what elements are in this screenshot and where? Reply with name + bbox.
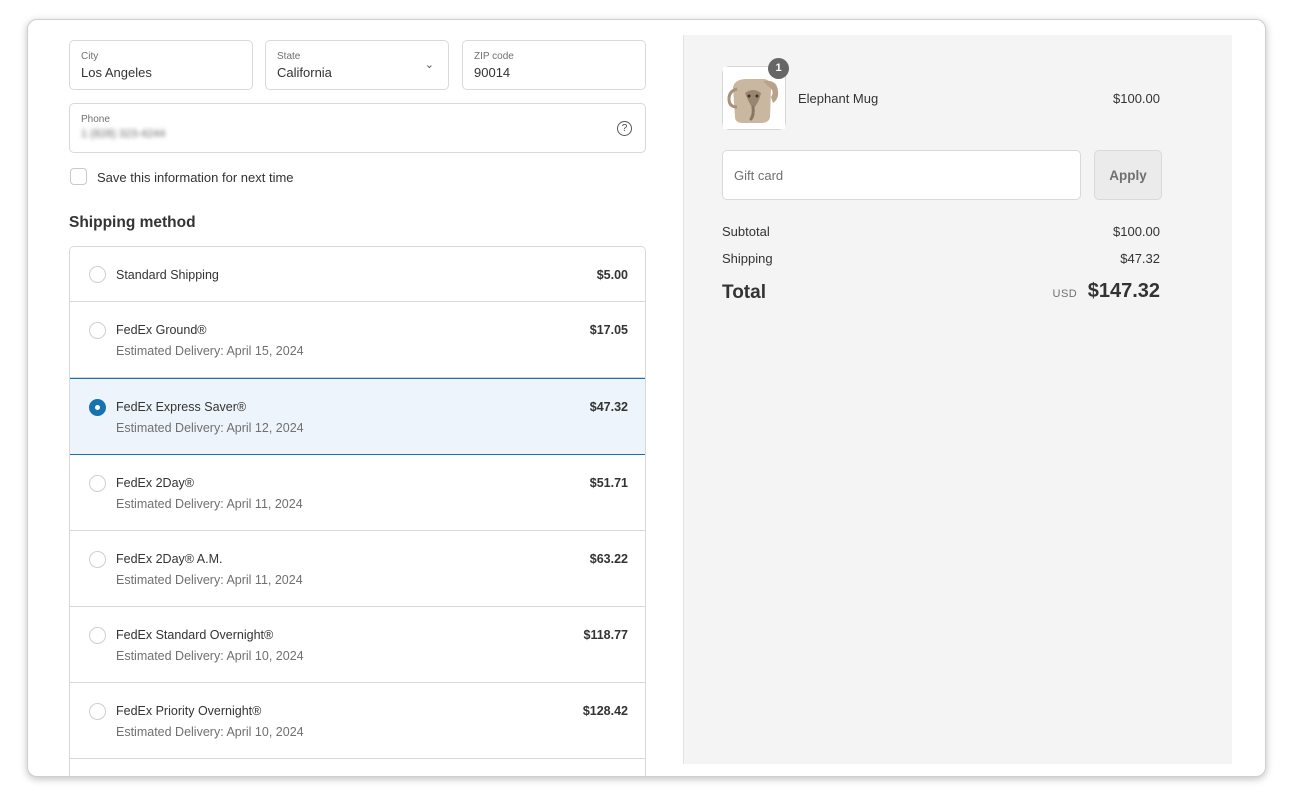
- shipping-option-estimate: Estimated Delivery: April 15, 2024: [116, 344, 304, 358]
- shipping-option-price: $5.00: [596, 268, 628, 282]
- product-thumbnail: 1: [722, 58, 789, 130]
- shipping-option-name: FedEx 2Day®: [116, 476, 194, 490]
- save-info-checkbox[interactable]: [70, 168, 87, 185]
- shipping-option-estimate: Estimated Delivery: April 10, 2024: [116, 725, 304, 739]
- total-currency: USD: [1052, 288, 1078, 300]
- city-field[interactable]: City Los Angeles: [69, 40, 253, 90]
- zip-field[interactable]: ZIP code 90014: [462, 40, 646, 90]
- total-label: Total: [722, 282, 766, 303]
- apply-button[interactable]: Apply: [1094, 150, 1162, 200]
- phone-field[interactable]: Phone 1 (828) 323-4244 ?: [69, 103, 646, 153]
- shipping-option-name: FedEx Ground®: [116, 323, 207, 337]
- product-price: $100.00: [1113, 91, 1160, 106]
- save-info-label: Save this information for next time: [97, 170, 294, 185]
- state-label: State: [277, 51, 301, 62]
- radio-button-selected[interactable]: [89, 399, 106, 416]
- shipping-option[interactable]: FedEx Priority Overnight® Estimated Deli…: [70, 683, 645, 759]
- shipping-option[interactable]: FedEx Ground® Estimated Delivery: April …: [70, 302, 645, 378]
- shipping-option-name: FedEx Express Saver®: [116, 400, 247, 414]
- city-label: City: [81, 51, 99, 62]
- chevron-down-icon: ⌄: [424, 59, 434, 71]
- help-icon[interactable]: ?: [617, 121, 632, 136]
- shipping-option[interactable]: FedEx Standard Overnight® Estimated Deli…: [70, 607, 645, 683]
- shipping-options-list: Standard Shipping $5.00 FedEx Ground® Es…: [69, 246, 646, 776]
- subtotal-value: $100.00: [1113, 224, 1160, 239]
- shipping-option-price: $128.42: [582, 704, 628, 718]
- shipping-option-price: $51.71: [589, 476, 628, 490]
- shipping-option-selected[interactable]: FedEx Express Saver® Estimated Delivery:…: [70, 378, 645, 455]
- order-summary: 1 Elephant Mug $100.00 Apply Subtotal $1…: [683, 35, 1232, 764]
- shipping-option-estimate: Estimated Delivery: April 12, 2024: [116, 421, 304, 435]
- state-value: California: [277, 65, 332, 80]
- shipping-option-price: $63.22: [589, 552, 628, 566]
- phone-value: 1 (828) 323-4244: [81, 128, 166, 140]
- shipping-option-estimate: Estimated Delivery: April 11, 2024: [116, 497, 303, 511]
- shipping-label: Shipping: [722, 251, 773, 266]
- radio-button[interactable]: [89, 551, 106, 568]
- shipping-option-estimate: Estimated Delivery: April 10, 2024: [116, 649, 304, 663]
- shipping-value: $47.32: [1120, 251, 1160, 266]
- shipping-option[interactable]: FedEx 2Day® Estimated Delivery: April 11…: [70, 455, 645, 531]
- shipping-option-price: $17.05: [589, 323, 628, 337]
- radio-button[interactable]: [89, 475, 106, 492]
- city-value: Los Angeles: [81, 65, 152, 80]
- shipping-option-price: $118.77: [583, 628, 629, 642]
- shipping-method-title: Shipping method: [69, 214, 196, 231]
- product-name: Elephant Mug: [798, 91, 879, 106]
- shipping-option-name: Standard Shipping: [116, 268, 219, 282]
- radio-button[interactable]: [89, 627, 106, 644]
- shipping-option-name: FedEx Standard Overnight®: [116, 628, 274, 642]
- zip-label: ZIP code: [474, 51, 514, 62]
- shipping-option[interactable]: FedEx 2Day® A.M. Estimated Delivery: Apr…: [70, 531, 645, 607]
- shipping-option-name: FedEx 2Day® A.M.: [116, 552, 223, 566]
- quantity-badge: 1: [768, 58, 789, 79]
- zip-value: 90014: [474, 65, 511, 80]
- phone-label: Phone: [81, 114, 110, 125]
- gift-card-input[interactable]: [722, 150, 1081, 200]
- state-select[interactable]: State California ⌄: [265, 40, 449, 90]
- total-amount: USD $147.32: [1053, 280, 1160, 303]
- shipping-option[interactable]: Standard Shipping $5.00: [70, 247, 645, 302]
- radio-button[interactable]: [89, 266, 106, 283]
- shipping-option-price: $47.32: [589, 400, 628, 414]
- checkout-window: City Los Angeles State California ⌄ ZIP …: [27, 19, 1266, 777]
- radio-button[interactable]: [89, 703, 106, 720]
- radio-button[interactable]: [89, 322, 106, 339]
- shipping-option-name: FedEx Priority Overnight®: [116, 704, 262, 718]
- shipping-option-estimate: Estimated Delivery: April 11, 2024: [116, 573, 303, 587]
- total-value: $147.32: [1087, 280, 1160, 302]
- subtotal-label: Subtotal: [722, 224, 770, 239]
